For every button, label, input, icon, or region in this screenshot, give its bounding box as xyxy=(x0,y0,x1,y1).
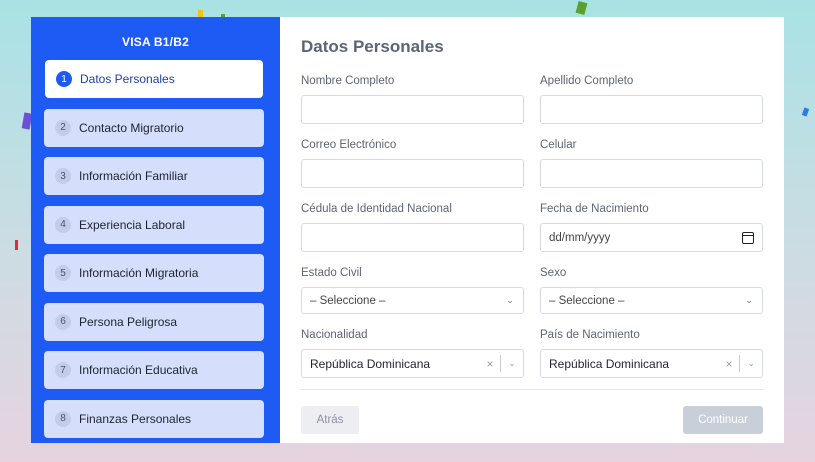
pais-nacimiento-field: País de Nacimiento República Dominicana … xyxy=(540,329,763,393)
pais-nacimiento-label: País de Nacimiento xyxy=(540,329,640,341)
step-informacion-migratoria[interactable]: 5 Información Migratoria xyxy=(44,254,264,292)
confetti-piece xyxy=(198,10,203,17)
cedula-input[interactable] xyxy=(301,223,524,252)
form-main: Datos Personales Nombre Completo Apellid… xyxy=(280,17,784,443)
nombre-input[interactable] xyxy=(301,95,524,124)
step-persona-peligrosa[interactable]: 6 Persona Peligrosa xyxy=(44,302,264,341)
step-number-badge: 4 xyxy=(55,216,71,233)
confetti-piece xyxy=(15,240,18,250)
fecha-label: Fecha de Nacimiento xyxy=(540,203,649,215)
chevron-down-icon: ⌄ xyxy=(506,295,514,305)
step-number-badge: 6 xyxy=(55,313,71,330)
calendar-icon[interactable] xyxy=(742,231,754,244)
cedula-label: Cédula de Identidad Nacional xyxy=(301,203,452,215)
combo-controls: × ⌄ xyxy=(719,350,762,377)
step-number-badge: 7 xyxy=(55,362,71,378)
nombre-field: Nombre Completo xyxy=(301,75,524,139)
correo-label: Correo Electrónico xyxy=(301,139,397,151)
estado-civil-field: Estado Civil – Seleccione – ⌄ xyxy=(301,267,524,329)
sexo-value: – Seleccione – xyxy=(549,294,625,307)
combo-controls: × ⌄ xyxy=(480,350,523,377)
correo-input[interactable] xyxy=(301,159,524,188)
step-finanzas-personales[interactable]: 8 Finanzas Personales xyxy=(44,399,264,438)
fecha-field: Fecha de Nacimiento dd/mm/yyyy xyxy=(540,203,763,267)
apellido-field: Apellido Completo xyxy=(540,75,763,139)
step-number-badge: 2 xyxy=(55,119,71,136)
continue-button[interactable]: Continuar xyxy=(683,406,763,434)
estado-civil-select[interactable]: – Seleccione – ⌄ xyxy=(301,287,524,314)
chevron-down-icon[interactable]: ⌄ xyxy=(501,358,523,369)
chevron-down-icon[interactable]: ⌄ xyxy=(740,358,762,369)
step-number-badge: 3 xyxy=(55,168,71,184)
form-title: Datos Personales xyxy=(301,37,444,56)
step-label: Finanzas Personales xyxy=(79,411,192,426)
visa-form-card: VISA B1/B2 1 Datos Personales 2 Contacto… xyxy=(31,17,784,443)
step-informacion-familiar[interactable]: 3 Información Familiar xyxy=(44,157,264,195)
step-contacto-migratorio[interactable]: 2 Contacto Migratorio xyxy=(44,108,264,147)
pais-nacimiento-value: República Dominicana xyxy=(549,356,670,371)
step-label: Datos Personales xyxy=(80,72,175,86)
pais-nacimiento-combobox[interactable]: República Dominicana × ⌄ xyxy=(540,349,763,378)
nacionalidad-value: República Dominicana xyxy=(310,356,431,371)
form-divider xyxy=(301,389,763,390)
estado-civil-value: – Seleccione – xyxy=(310,294,386,307)
sexo-field: Sexo – Seleccione – ⌄ xyxy=(540,267,763,329)
celular-input[interactable] xyxy=(540,159,763,188)
cedula-field: Cédula de Identidad Nacional xyxy=(301,203,524,267)
step-number-badge: 8 xyxy=(55,410,71,427)
step-experiencia-laboral[interactable]: 4 Experiencia Laboral xyxy=(44,205,264,244)
chevron-down-icon: ⌄ xyxy=(745,295,753,305)
step-label: Información Familiar xyxy=(79,169,188,183)
nombre-label: Nombre Completo xyxy=(301,75,395,87)
clear-icon[interactable]: × xyxy=(719,357,739,371)
nacionalidad-field: Nacionalidad República Dominicana × ⌄ xyxy=(301,329,524,393)
step-datos-personales[interactable]: 1 Datos Personales xyxy=(45,60,263,98)
step-informacion-educativa[interactable]: 7 Información Educativa xyxy=(44,351,264,389)
confetti-piece xyxy=(801,107,810,117)
step-number-badge: 1 xyxy=(56,71,72,87)
step-label: Información Educativa xyxy=(79,363,198,377)
correo-field: Correo Electrónico xyxy=(301,139,524,203)
step-label: Experiencia Laboral xyxy=(79,217,186,232)
celular-field: Celular xyxy=(540,139,763,203)
fecha-placeholder: dd/mm/yyyy xyxy=(549,231,611,244)
step-label: Información Migratoria xyxy=(79,266,199,280)
estado-civil-label: Estado Civil xyxy=(301,267,362,279)
apellido-label: Apellido Completo xyxy=(540,75,634,87)
steps-list: 1 Datos Personales 2 Contacto Migratorio… xyxy=(31,60,280,443)
celular-label: Celular xyxy=(540,139,577,151)
fecha-input[interactable]: dd/mm/yyyy xyxy=(540,223,763,252)
nacionalidad-combobox[interactable]: República Dominicana × ⌄ xyxy=(301,349,524,378)
sexo-select[interactable]: – Seleccione – ⌄ xyxy=(540,287,763,314)
nacionalidad-label: Nacionalidad xyxy=(301,329,368,341)
visa-type-title: VISA B1/B2 xyxy=(122,35,189,49)
steps-sidebar: VISA B1/B2 1 Datos Personales 2 Contacto… xyxy=(31,17,280,443)
step-number-badge: 5 xyxy=(55,265,71,281)
step-label: Persona Peligrosa xyxy=(79,314,178,329)
clear-icon[interactable]: × xyxy=(480,357,500,371)
apellido-input[interactable] xyxy=(540,95,763,124)
form-grid: Nombre Completo Apellido Completo Correo… xyxy=(301,75,763,393)
back-button[interactable]: Atrás xyxy=(301,406,359,434)
confetti-piece xyxy=(575,1,588,15)
step-label: Contacto Migratorio xyxy=(79,120,184,135)
sexo-label: Sexo xyxy=(540,267,567,279)
